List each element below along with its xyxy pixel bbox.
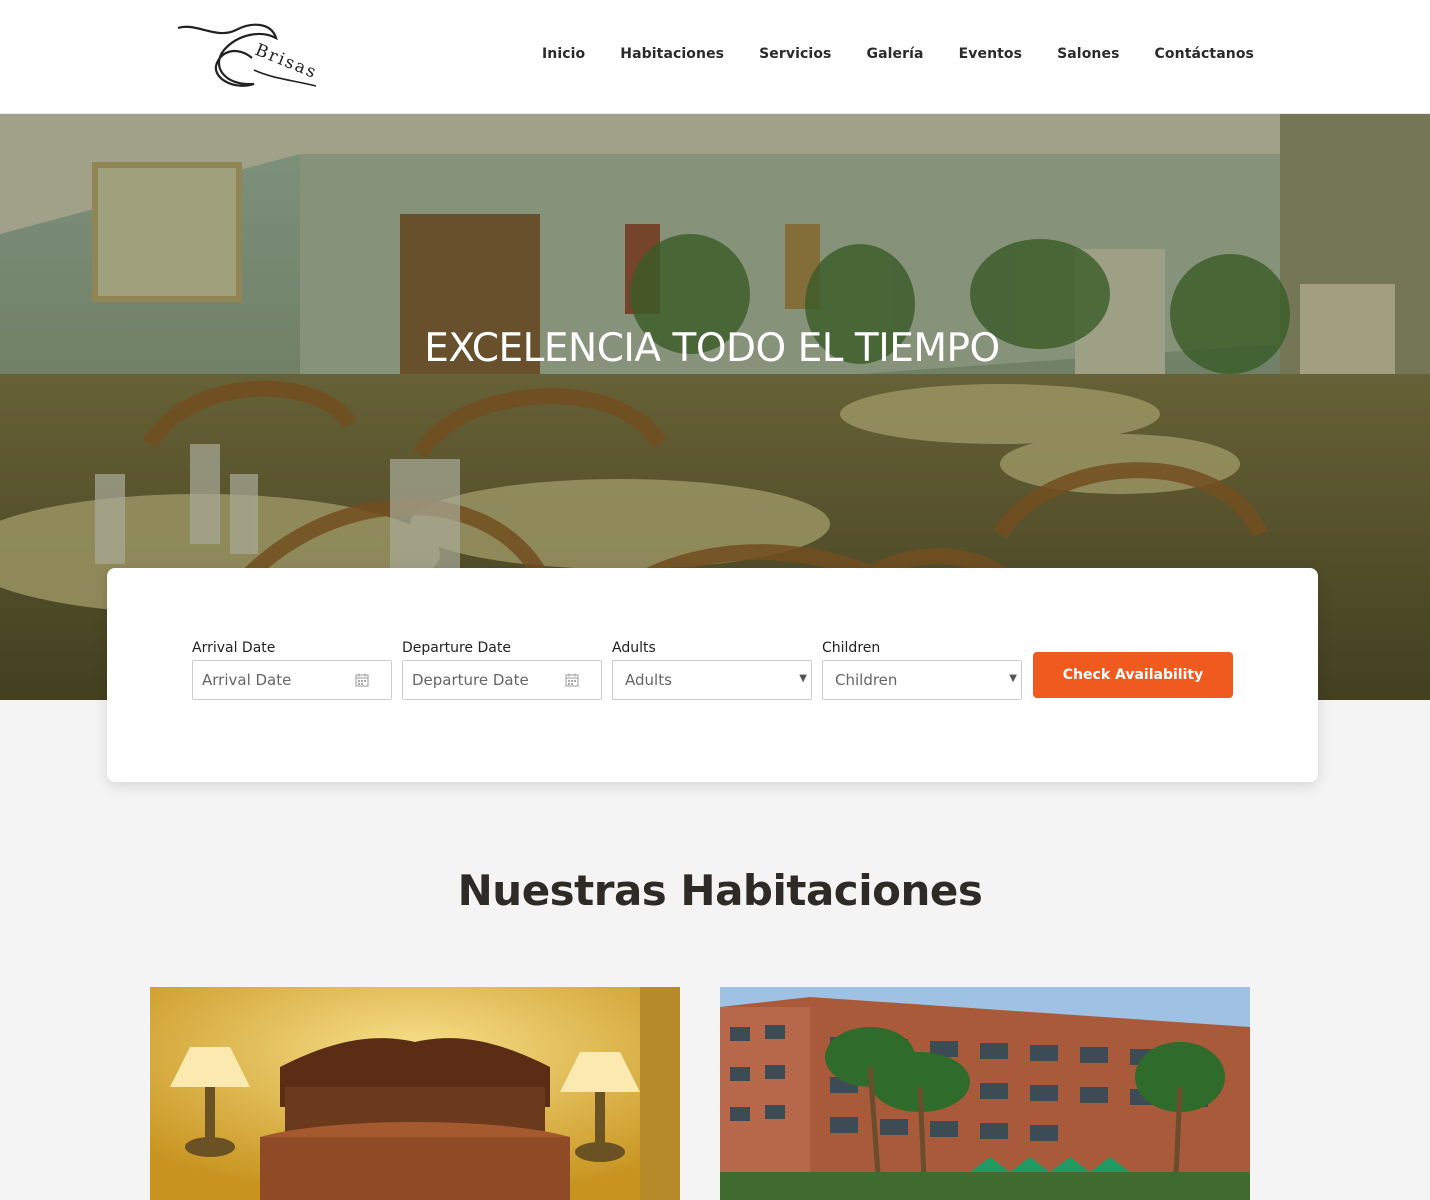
children-select[interactable]: Children ▼: [822, 660, 1022, 700]
brisas-logo[interactable]: Brisas: [176, 20, 326, 92]
departure-date-field: Departure Date: [402, 640, 602, 700]
nav-item-eventos[interactable]: Eventos: [959, 46, 1023, 62]
adults-select[interactable]: Adults ▼: [612, 660, 812, 700]
nav-item-inicio[interactable]: Inicio: [542, 46, 585, 62]
main-nav: Inicio Habitaciones Servicios Galería Ev…: [542, 46, 1254, 62]
site-header: Brisas Inicio Habitaciones Servicios Gal…: [0, 0, 1430, 114]
chevron-down-icon: ▼: [799, 673, 807, 684]
children-selected-value: Children: [835, 671, 898, 689]
departure-date-label: Departure Date: [402, 640, 511, 656]
chevron-down-icon: ▼: [1009, 673, 1017, 684]
room-image-bedroom[interactable]: [150, 987, 680, 1200]
arrival-date-control[interactable]: [192, 660, 392, 700]
nav-item-servicios[interactable]: Servicios: [759, 46, 831, 62]
arrival-date-field: Arrival Date: [192, 640, 392, 700]
children-field: Children Children ▼: [822, 640, 1022, 700]
calendar-icon[interactable]: [355, 673, 369, 687]
arrival-date-label: Arrival Date: [192, 640, 276, 656]
departure-date-control[interactable]: [402, 660, 602, 700]
children-label: Children: [822, 640, 881, 656]
nav-item-salones[interactable]: Salones: [1057, 46, 1119, 62]
nav-item-habitaciones[interactable]: Habitaciones: [620, 46, 724, 62]
hotel-building-photo: [720, 987, 1250, 1200]
adults-field: Adults Adults ▼: [612, 640, 812, 700]
hero-title: EXCELENCIA TODO EL TIEMPO: [424, 326, 1000, 371]
logo-wave-icon: Brisas: [177, 23, 320, 87]
nav-item-galeria[interactable]: Galería: [866, 46, 923, 62]
adults-selected-value: Adults: [625, 671, 672, 689]
bedroom-photo: [150, 987, 680, 1200]
calendar-icon[interactable]: [565, 673, 579, 687]
room-image-building[interactable]: [720, 987, 1250, 1200]
booking-form: Arrival Date Departure Date: [107, 568, 1318, 782]
nav-item-contactanos[interactable]: Contáctanos: [1155, 46, 1254, 62]
svg-text:Brisas: Brisas: [252, 40, 320, 83]
rooms-section-title: Nuestras Habitaciones: [457, 866, 983, 915]
check-availability-button[interactable]: Check Availability: [1033, 652, 1233, 698]
adults-label: Adults: [612, 640, 656, 656]
